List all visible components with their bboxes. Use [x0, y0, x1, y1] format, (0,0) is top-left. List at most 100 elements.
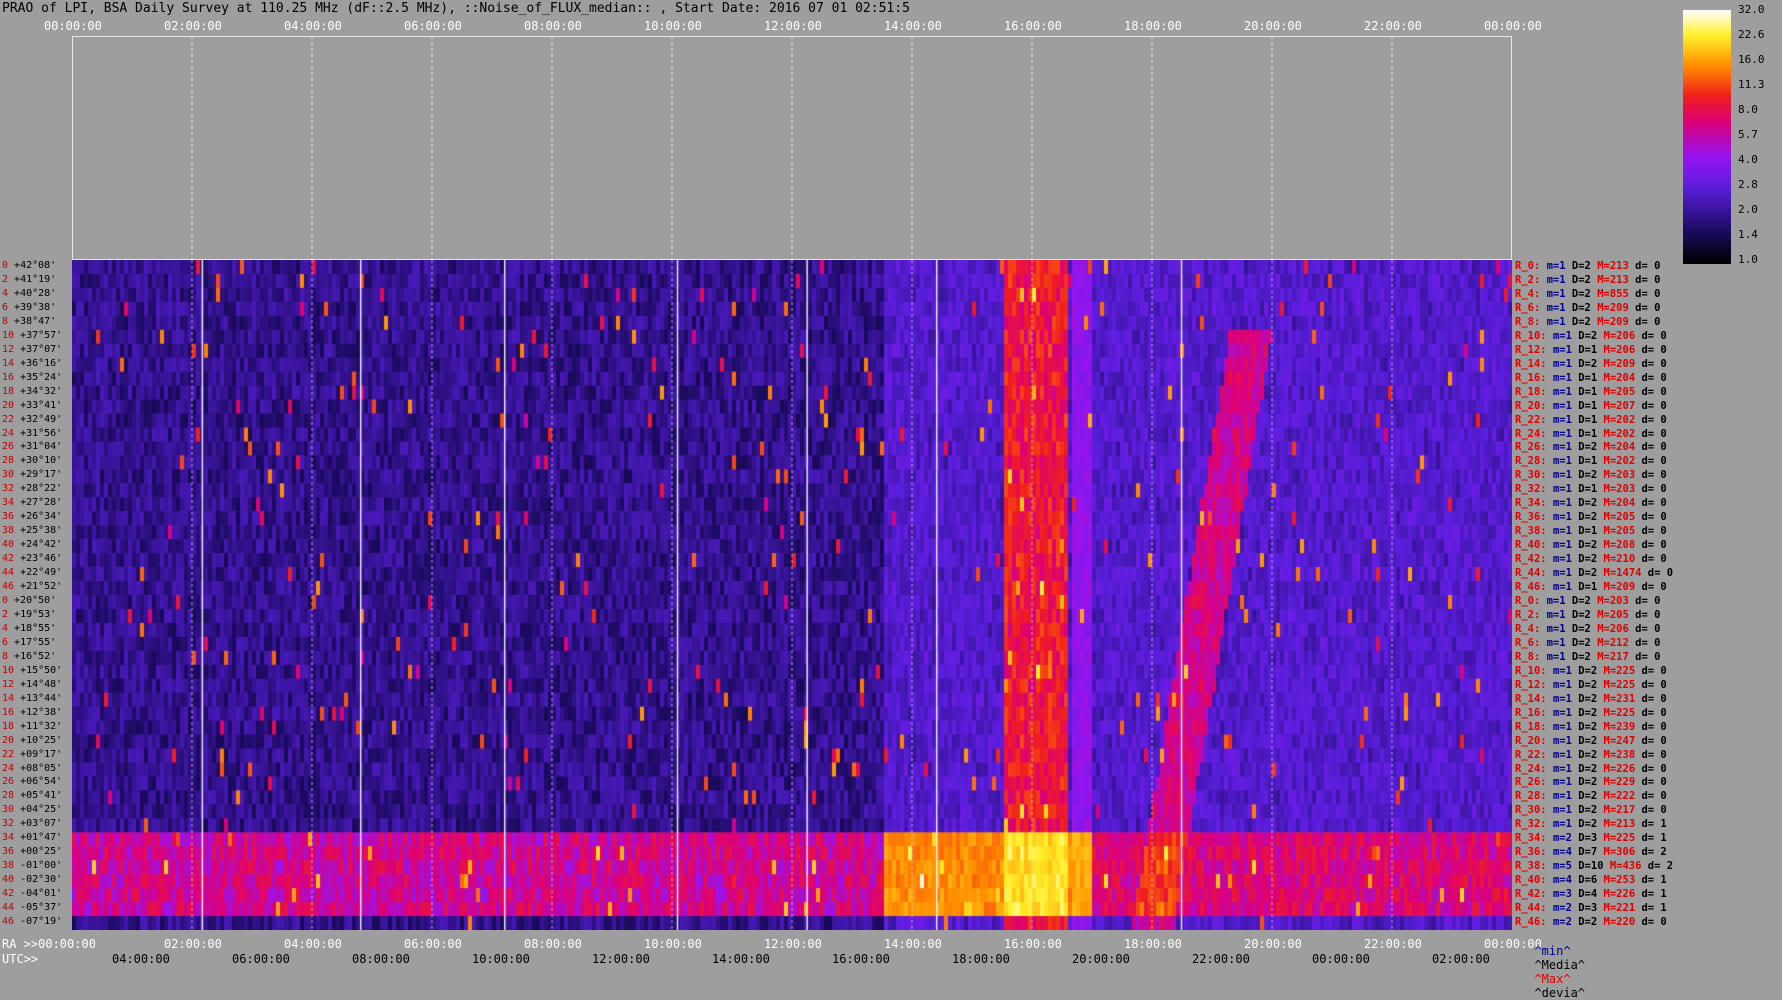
row-stat-m: m=1 — [1546, 608, 1572, 621]
chart-title: PRAO of LPI, BSA Daily Survey at 110.25 … — [2, 1, 910, 16]
declination-label: 44 -05°37' — [2, 902, 62, 913]
row-stat-m: m=1 — [1552, 804, 1579, 817]
row-stat-d: d= 0 — [1641, 748, 1674, 761]
row-stat: R_42: m=1 D=2 M=210 d= 0 — [1515, 553, 1673, 565]
declination-value: +37°07' — [20, 343, 63, 355]
top-tick-label: 00:00:00 — [44, 19, 102, 33]
row-stat-r: R_20: — [1515, 399, 1553, 412]
declination-value: +28°22' — [20, 483, 63, 495]
row-stat-m: M=203 — [1603, 469, 1642, 482]
row-stat-d: d= 0 — [1641, 692, 1674, 705]
colorbar — [1683, 10, 1731, 264]
declination-value: +38°47' — [14, 315, 57, 327]
row-stat-r: R_2: — [1515, 273, 1547, 286]
row-stat-d: D=10 — [1578, 860, 1610, 873]
row-stat-m: M=205 — [1603, 525, 1642, 538]
row-stat-r: R_10: — [1515, 664, 1553, 677]
row-index: 42 — [2, 888, 21, 900]
row-stat-d: D=1 — [1578, 371, 1604, 384]
row-stat-m: m=1 — [1552, 385, 1579, 398]
row-stat-m: m=1 — [1552, 567, 1579, 580]
colorbar-tick: 5.7 — [1738, 128, 1758, 141]
row-stat-d: d= 0 — [1641, 734, 1674, 747]
row-stat-d: D=2 — [1578, 818, 1604, 831]
row-stat-r: R_6: — [1515, 636, 1547, 649]
row-stat: R_20: m=1 D=1 M=207 d= 0 — [1515, 400, 1673, 412]
row-stat-m: m=1 — [1552, 427, 1579, 440]
declination-value: +08°05' — [20, 762, 63, 774]
row-stat: R_18: m=1 D=2 M=239 d= 0 — [1515, 721, 1673, 733]
row-index: 32 — [2, 483, 21, 495]
row-stat-d: d= 1 — [1641, 818, 1674, 831]
row-stat-m: M=206 — [1603, 343, 1642, 356]
row-stat: R_40: m=4 D=6 M=253 d= 1 — [1515, 874, 1673, 886]
row-stat-d: d= 0 — [1641, 525, 1674, 538]
row-stat: R_36: m=1 D=2 M=205 d= 0 — [1515, 511, 1673, 523]
row-stat-m: m=1 — [1552, 762, 1579, 775]
row-stat-m: m=1 — [1552, 511, 1579, 524]
row-index: 16 — [2, 706, 21, 718]
row-stat: R_38: m=1 D=1 M=205 d= 0 — [1515, 525, 1673, 537]
row-stat-m: M=306 — [1603, 846, 1642, 859]
row-stat: R_28: m=1 D=1 M=202 d= 0 — [1515, 455, 1673, 467]
row-stat-m: M=208 — [1603, 539, 1642, 552]
row-stat-d: D=2 — [1571, 260, 1598, 272]
row-stat-r: R_0: — [1515, 595, 1547, 607]
declination-value: +24°42' — [20, 539, 63, 551]
row-stat: R_28: m=1 D=2 M=222 d= 0 — [1515, 790, 1673, 802]
row-stat: R_6: m=1 D=2 M=212 d= 0 — [1515, 637, 1667, 649]
row-stat: R_46: m=1 D=1 M=209 d= 0 — [1515, 581, 1673, 593]
row-stat-d: D=2 — [1571, 595, 1598, 607]
declination-value: +40°28' — [14, 287, 57, 299]
row-stat: R_42: m=3 D=4 M=226 d= 1 — [1515, 888, 1673, 900]
declination-value: +17°55' — [14, 636, 57, 648]
declination-label: 46 -07°19' — [2, 916, 62, 927]
row-stat: R_14: m=1 D=2 M=231 d= 0 — [1515, 693, 1673, 705]
row-stat-m: M=203 — [1603, 483, 1642, 496]
row-stat-m: m=1 — [1552, 399, 1579, 412]
top-tick-label: 02:00:00 — [164, 19, 222, 33]
declination-value: +41°19' — [14, 273, 57, 285]
row-stat: R_22: m=1 D=1 M=202 d= 0 — [1515, 414, 1673, 426]
declination-value: +37°57' — [20, 329, 63, 341]
colorbar-tick: 2.8 — [1738, 178, 1758, 191]
row-stat: R_32: m=1 D=1 M=203 d= 0 — [1515, 483, 1673, 495]
row-index: 0 — [2, 595, 15, 606]
declination-label: 4 +40°28' — [2, 288, 56, 299]
row-stat-r: R_26: — [1515, 776, 1553, 789]
declination-value: +15°50' — [20, 664, 63, 676]
declination-label: 32 +28°22' — [2, 483, 62, 494]
declination-label: 12 +14°48' — [2, 679, 62, 690]
row-stat-r: R_18: — [1515, 385, 1553, 398]
row-stat-m: M=203 — [1597, 595, 1636, 607]
utc-tick-label: 04:00:00 — [112, 952, 170, 966]
row-stat-d: D=2 — [1578, 776, 1604, 789]
row-stat-d: D=2 — [1578, 441, 1604, 454]
row-stat-m: M=205 — [1603, 385, 1642, 398]
row-stat-m: M=209 — [1597, 301, 1636, 314]
row-stat-d: d= 1 — [1641, 888, 1674, 901]
row-stat-d: D=2 — [1578, 916, 1604, 929]
row-stat-d: d= 0 — [1647, 567, 1680, 580]
declination-value: +22°49' — [20, 567, 63, 579]
row-stat: R_38: m=5 D=10 M=436 d= 2 — [1515, 860, 1679, 872]
row-stat-m: m=1 — [1552, 706, 1579, 719]
row-stat-d: D=2 — [1571, 315, 1598, 328]
row-stat: R_6: m=1 D=2 M=209 d= 0 — [1515, 302, 1667, 314]
row-stat-m: m=1 — [1552, 329, 1579, 342]
top-tick-label: 08:00:00 — [524, 19, 582, 33]
row-stat: R_8: m=1 D=2 M=217 d= 0 — [1515, 651, 1667, 663]
row-stat-d: D=2 — [1578, 553, 1604, 566]
row-stat-r: R_16: — [1515, 371, 1553, 384]
declination-value: +29°17' — [20, 469, 63, 481]
declination-value: +04°25' — [20, 804, 63, 816]
row-stat-d: D=2 — [1578, 734, 1604, 747]
row-stat-d: d= 0 — [1641, 483, 1674, 496]
row-stat-m: m=2 — [1552, 916, 1579, 929]
declination-label: 14 +13°44' — [2, 693, 62, 704]
ra-tick-label: 18:00:00 — [1124, 937, 1182, 951]
row-stat-r: R_8: — [1515, 315, 1547, 328]
colorbar-tick: 16.0 — [1738, 53, 1765, 66]
row-index: 24 — [2, 762, 21, 774]
utc-tick-label: 18:00:00 — [952, 952, 1010, 966]
